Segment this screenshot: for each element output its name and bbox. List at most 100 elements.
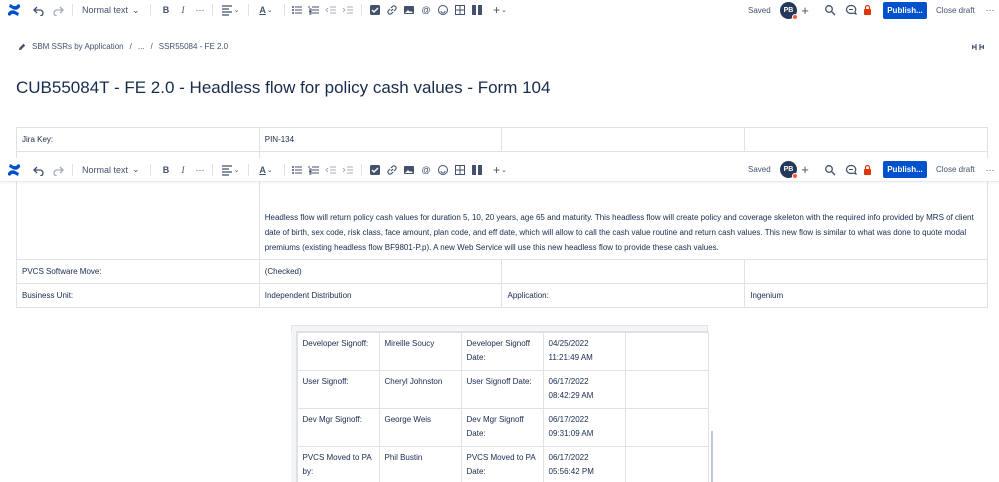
close-draft-button[interactable]: Close draft — [936, 6, 975, 15]
table-row: Developer Signoff: Mireille Soucy Develope… — [291, 332, 709, 371]
bullet-list-icon[interactable] — [291, 162, 303, 178]
table-icon[interactable] — [454, 2, 466, 18]
more-actions-icon[interactable]: ··· — [984, 2, 996, 18]
action-item-icon[interactable] — [369, 2, 381, 18]
pvcs-software-move-value[interactable]: (Checked) — [258, 259, 503, 284]
breadcrumb-parent[interactable]: SSR55084 - FE 2.0 — [159, 42, 228, 51]
more-actions-icon[interactable]: ··· — [984, 162, 996, 178]
table-cell[interactable] — [624, 332, 709, 371]
action-item-icon[interactable] — [369, 162, 381, 178]
table-cell[interactable] — [501, 259, 746, 284]
signoff-label: Dev Mgr Signoff: — [296, 408, 380, 447]
redo-icon[interactable] — [52, 162, 64, 178]
expand-width-icon[interactable] — [972, 42, 984, 52]
avatar[interactable]: PB — [780, 1, 798, 20]
table-cell[interactable] — [624, 408, 709, 447]
comment-icon[interactable] — [845, 2, 857, 18]
more-formatting-icon[interactable]: ··· — [194, 162, 206, 178]
mention-icon[interactable]: @ — [420, 162, 432, 178]
signoff-name[interactable]: Cheryl Johnston — [378, 370, 462, 409]
table-cell[interactable] — [744, 127, 988, 152]
bullet-list-icon[interactable] — [291, 2, 303, 18]
confluence-logo-icon[interactable] — [6, 162, 22, 178]
breadcrumb-space[interactable]: SBM SSRs by Application — [32, 42, 124, 51]
insert-more-icon[interactable]: + ⌄ — [490, 162, 510, 178]
avatar-initials: PB — [783, 6, 794, 14]
table-icon[interactable] — [454, 162, 466, 178]
text-color-icon[interactable]: A ⌄ — [256, 2, 276, 18]
restrictions-lock-icon[interactable] — [862, 162, 874, 178]
table-row: PVCS Software Move: (Checked) — [16, 259, 988, 284]
breadcrumb-separator: / — [150, 42, 153, 51]
close-draft-button[interactable]: Close draft — [936, 165, 975, 174]
comment-icon[interactable] — [845, 162, 857, 178]
link-icon[interactable] — [386, 2, 398, 18]
emoji-icon[interactable] — [437, 162, 449, 178]
numbered-list-icon[interactable] — [308, 162, 320, 178]
text-style-dropdown[interactable]: Normal text ⌄ — [82, 2, 142, 18]
signoff-date[interactable]: 04/25/2022 11:21:49 AM — [542, 332, 626, 371]
table-cell[interactable] — [744, 259, 988, 284]
add-collaborator-icon[interactable]: + — [799, 162, 811, 178]
signoff-date-label: User Signoff Date: — [460, 370, 544, 409]
signoff-date[interactable]: 06/17/2022 05:56:42 PM — [542, 446, 626, 482]
indent-icon[interactable] — [342, 162, 354, 178]
table-row: Business Unit: Independent Distribution … — [16, 283, 988, 308]
business-unit-value[interactable]: Independent Distribution — [258, 283, 503, 308]
table-cell[interactable] — [624, 446, 709, 482]
publish-button[interactable]: Publish... — [883, 1, 927, 19]
breadcrumb-ellipsis[interactable]: ... — [138, 42, 145, 51]
indent-icon[interactable] — [342, 2, 354, 18]
application-value[interactable]: Ingenium — [744, 283, 988, 308]
undo-icon[interactable] — [33, 162, 45, 178]
more-formatting-icon[interactable]: ··· — [194, 2, 206, 18]
avatar[interactable]: PB — [780, 161, 798, 179]
align-dropdown-icon[interactable]: ⌄ — [220, 162, 240, 178]
outdent-icon[interactable] — [325, 162, 337, 178]
text-style-dropdown[interactable]: Normal text ⌄ — [82, 162, 142, 178]
notification-dot-icon — [792, 173, 798, 179]
table-cell[interactable] — [624, 370, 709, 409]
confluence-logo-icon[interactable] — [6, 2, 22, 18]
signoff-name[interactable]: Phil Bustin — [378, 446, 462, 482]
table-column-controls[interactable] — [291, 325, 708, 332]
emoji-icon[interactable] — [437, 2, 449, 18]
redo-icon[interactable] — [52, 2, 64, 18]
image-icon[interactable] — [403, 162, 415, 178]
edit-pencil-icon — [19, 43, 26, 50]
insert-more-icon[interactable]: + ⌄ — [490, 2, 510, 18]
editor-toolbar: Normal text ⌄ B I ··· ⌄ A ⌄ @ + ⌄ Saved PB … — [0, 0, 999, 20]
publish-button[interactable]: Publish... — [883, 161, 927, 178]
signoff-name[interactable]: George Weis — [378, 408, 462, 447]
undo-icon[interactable] — [33, 2, 45, 18]
layout-icon[interactable] — [471, 162, 483, 178]
bold-icon[interactable]: B — [160, 162, 172, 178]
text-style-label: Normal text — [82, 164, 129, 175]
outdent-icon[interactable] — [325, 2, 337, 18]
mention-icon[interactable]: @ — [420, 2, 432, 18]
link-icon[interactable] — [386, 162, 398, 178]
search-icon[interactable] — [824, 2, 836, 18]
ssr-details-table: Jira Key: PIN-134 Headless flow will ret… — [16, 127, 989, 308]
jira-key-value[interactable]: PIN-134 — [258, 127, 503, 152]
numbered-list-icon[interactable] — [308, 2, 320, 18]
bold-icon[interactable]: B — [160, 2, 172, 18]
italic-icon[interactable]: I — [177, 2, 189, 18]
scrollbar[interactable] — [711, 431, 713, 482]
signoff-date[interactable]: 06/17/2022 09:31:09 AM — [542, 408, 626, 447]
align-dropdown-icon[interactable]: ⌄ — [220, 2, 240, 18]
restrictions-lock-icon[interactable] — [862, 2, 874, 18]
table-cell[interactable] — [501, 127, 746, 152]
text-color-icon[interactable]: A ⌄ — [256, 162, 276, 178]
table-row: Dev Mgr Signoff: George Weis Dev Mgr Signo… — [291, 408, 709, 447]
italic-icon[interactable]: I — [177, 162, 189, 178]
add-collaborator-icon[interactable]: + — [799, 2, 811, 18]
layout-icon[interactable] — [471, 2, 483, 18]
image-icon[interactable] — [403, 2, 415, 18]
signoff-date[interactable]: 06/17/2022 08:42:29 AM — [542, 370, 626, 409]
search-icon[interactable] — [824, 162, 836, 178]
sticky-editor-toolbar: Normal text ⌄ B I ··· ⌄ A ⌄ @ + ⌄ Saved PB … — [0, 158, 999, 182]
page-title[interactable]: CUB55084T - FE 2.0 - Headless flow for p… — [16, 78, 550, 98]
avatar-initials: PB — [783, 166, 794, 173]
signoff-name[interactable]: Mireille Soucy — [378, 332, 462, 371]
